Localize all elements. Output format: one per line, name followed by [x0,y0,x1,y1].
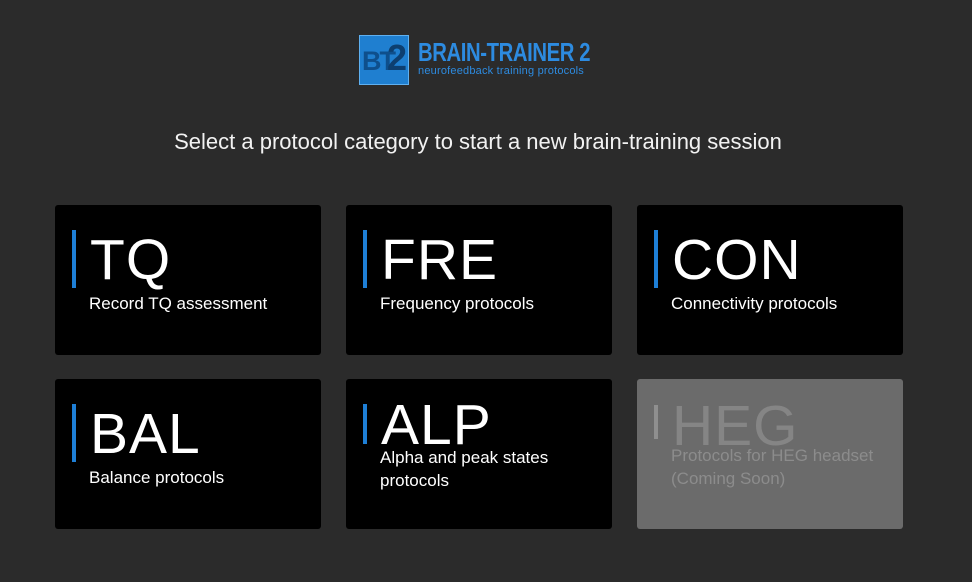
page-instruction: Select a protocol category to start a ne… [174,129,782,154]
logo-text: BRAIN-TRAINER 2 neurofeedback training p… [418,35,639,77]
protocol-card-tq[interactable]: TQ Record TQ assessment [55,205,321,355]
card-accent-bar [654,230,658,288]
protocol-card-heg: HEG Protocols for HEG headset (Coming So… [637,379,903,529]
card-code: BAL [90,402,201,466]
card-accent-bar [363,404,367,444]
card-description: Connectivity protocols [671,294,838,313]
protocol-card-alp[interactable]: ALP Alpha and peak states protocols [346,379,612,529]
protocol-card-fre[interactable]: FRE Frequency protocols [346,205,612,355]
bt2-badge-icon: BT 2 [359,35,409,85]
protocol-selection-page: BT 2 BRAIN-TRAINER 2 neurofeedback train… [0,0,972,582]
card-code: TQ [90,228,172,292]
card-description: Balance protocols [89,468,225,487]
brain-trainer-logo: BT 2 BRAIN-TRAINER 2 neurofeedback train… [359,35,639,87]
protocol-card-bal[interactable]: BAL Balance protocols [55,379,321,529]
card-description: Protocols for HEG headset (Coming Soon) [671,446,874,488]
protocol-card-con[interactable]: CON Connectivity protocols [637,205,903,355]
card-accent-bar [72,230,76,288]
card-description: Record TQ assessment [89,294,268,313]
card-accent-bar [72,404,76,462]
card-code: CON [672,228,802,292]
card-accent-bar [654,405,658,439]
logo-badge-number: 2 [386,37,407,78]
card-description: Frequency protocols [380,294,535,313]
logo-title: BRAIN-TRAINER 2 [418,37,591,67]
card-code: FRE [381,228,498,292]
card-accent-bar [363,230,367,288]
card-description: Alpha and peak states protocols [380,448,549,490]
